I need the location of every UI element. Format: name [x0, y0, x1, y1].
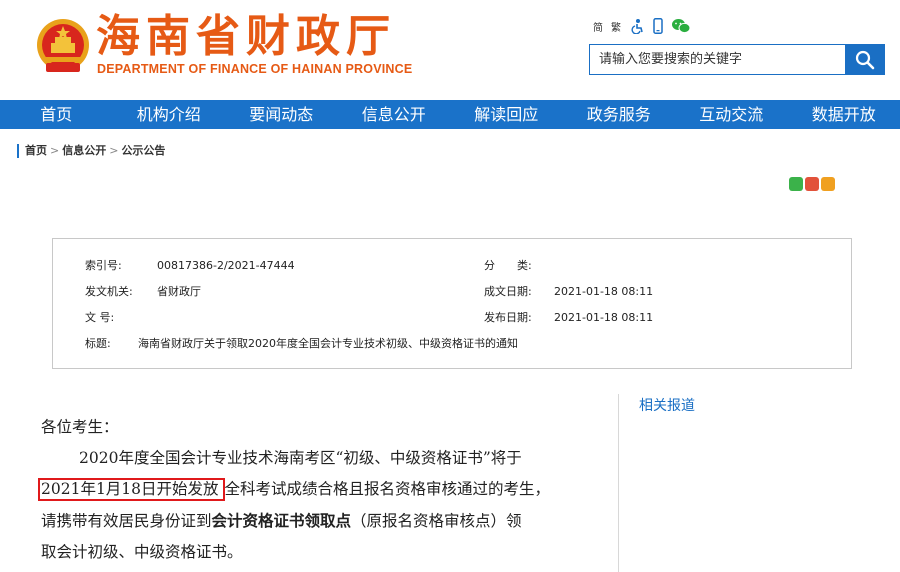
- nav-news[interactable]: 要闻动态: [225, 100, 338, 129]
- pickup-location: 会计资格证书领取点: [211, 511, 352, 530]
- article-line-2-text: 全科考试成绩合格且报名资格审核通过的考生，: [224, 480, 551, 498]
- weibo-share-icon[interactable]: [805, 177, 819, 191]
- issuer-value: 省财政厅: [157, 285, 201, 298]
- breadcrumb-announcements[interactable]: 公示公告: [121, 144, 165, 157]
- article-line-3-tail: （原报名资格审核点）领: [351, 512, 522, 530]
- nav-services[interactable]: 政务服务: [563, 100, 676, 129]
- search-icon: [855, 50, 874, 69]
- nav-organization[interactable]: 机构介绍: [113, 100, 226, 129]
- nav-home[interactable]: 首页: [0, 100, 113, 129]
- subject-value: 海南省财政厅关于领取2020年度全国会计专业技术初级、中级资格证书的通知: [138, 337, 518, 350]
- wechat-share-icon[interactable]: [789, 177, 803, 191]
- article-line-1: 2020年度全国会计专业技术海南考区“初级、中级资格证书”将于: [79, 449, 522, 467]
- site-subtitle: DEPARTMENT OF FINANCE OF HAINAN PROVINCE: [97, 62, 413, 76]
- main-nav: 首页 机构介绍 要闻动态 信息公开 解读回应 政务服务 互动交流 数据开放: [0, 100, 900, 129]
- breadcrumb-separator: >: [50, 144, 60, 157]
- issuer-label: 发文机关:: [85, 285, 133, 298]
- index-no-label: 索引号:: [85, 259, 122, 272]
- breadcrumb-info-disclosure[interactable]: 信息公开: [62, 144, 106, 157]
- share-icons: [789, 177, 835, 191]
- breadcrumb-home[interactable]: 首页: [25, 144, 47, 157]
- simplified-chinese-link[interactable]: 简: [593, 19, 603, 34]
- site-title: 海南省财政厅: [96, 11, 396, 62]
- wechat-icon[interactable]: [671, 18, 691, 34]
- header-tools: 简 繁: [593, 15, 691, 37]
- highlighted-date: 2021年1月18日开始发放: [38, 478, 225, 501]
- breadcrumb-separator: >: [109, 144, 119, 157]
- site-header: 海南省财政厅 DEPARTMENT OF FINANCE OF HAINAN P…: [0, 0, 900, 100]
- accessibility-icon[interactable]: [629, 18, 645, 34]
- created-date-label: 成文日期:: [484, 285, 532, 298]
- content-divider: [618, 394, 619, 572]
- search-box: [589, 44, 885, 75]
- search-button[interactable]: [845, 45, 884, 74]
- published-date-value: 2021-01-18 08:11: [554, 311, 654, 324]
- article-line-2: 2021年1月18日开始发放 全科考试成绩合格且报名资格审核通过的考生，: [38, 474, 601, 505]
- related-reports-link[interactable]: 相关报道: [639, 395, 695, 415]
- subject-label: 标题:: [85, 337, 111, 350]
- nav-info-disclosure[interactable]: 信息公开: [338, 100, 451, 129]
- published-date-label: 发布日期:: [484, 311, 532, 324]
- created-date-value: 2021-01-18 08:11: [554, 285, 654, 298]
- article-body: 各位考生： 2020年度全国会计专业技术海南考区“初级、中级资格证书”将于 20…: [38, 412, 601, 568]
- article-line-3: 请携带有效居民身份证到会计资格证书领取点（原报名资格审核点）领: [41, 505, 601, 537]
- favorite-share-icon[interactable]: [821, 177, 835, 191]
- index-no-value: 00817386-2/2021-47444: [157, 259, 295, 272]
- article-greeting: 各位考生：: [41, 418, 119, 436]
- traditional-chinese-link[interactable]: 繁: [611, 19, 621, 34]
- document-info-box: 索引号: 00817386-2/2021-47444 分 类: 发文机关: 省财…: [52, 238, 852, 369]
- breadcrumb: 首页 > 信息公开 > 公示公告: [17, 144, 165, 158]
- search-input[interactable]: [590, 45, 846, 74]
- category-label: 分 类:: [484, 259, 532, 272]
- article-line-3-text: 请携带有效居民身份证到: [41, 512, 212, 530]
- mobile-icon[interactable]: [653, 18, 663, 34]
- doc-no-label: 文 号:: [85, 311, 115, 324]
- national-emblem-icon: [37, 19, 89, 72]
- nav-open-data[interactable]: 数据开放: [788, 100, 900, 129]
- article-line-4: 取会计初级、中级资格证书。: [41, 543, 243, 561]
- nav-interaction[interactable]: 互动交流: [675, 100, 788, 129]
- nav-interpretation[interactable]: 解读回应: [450, 100, 563, 129]
